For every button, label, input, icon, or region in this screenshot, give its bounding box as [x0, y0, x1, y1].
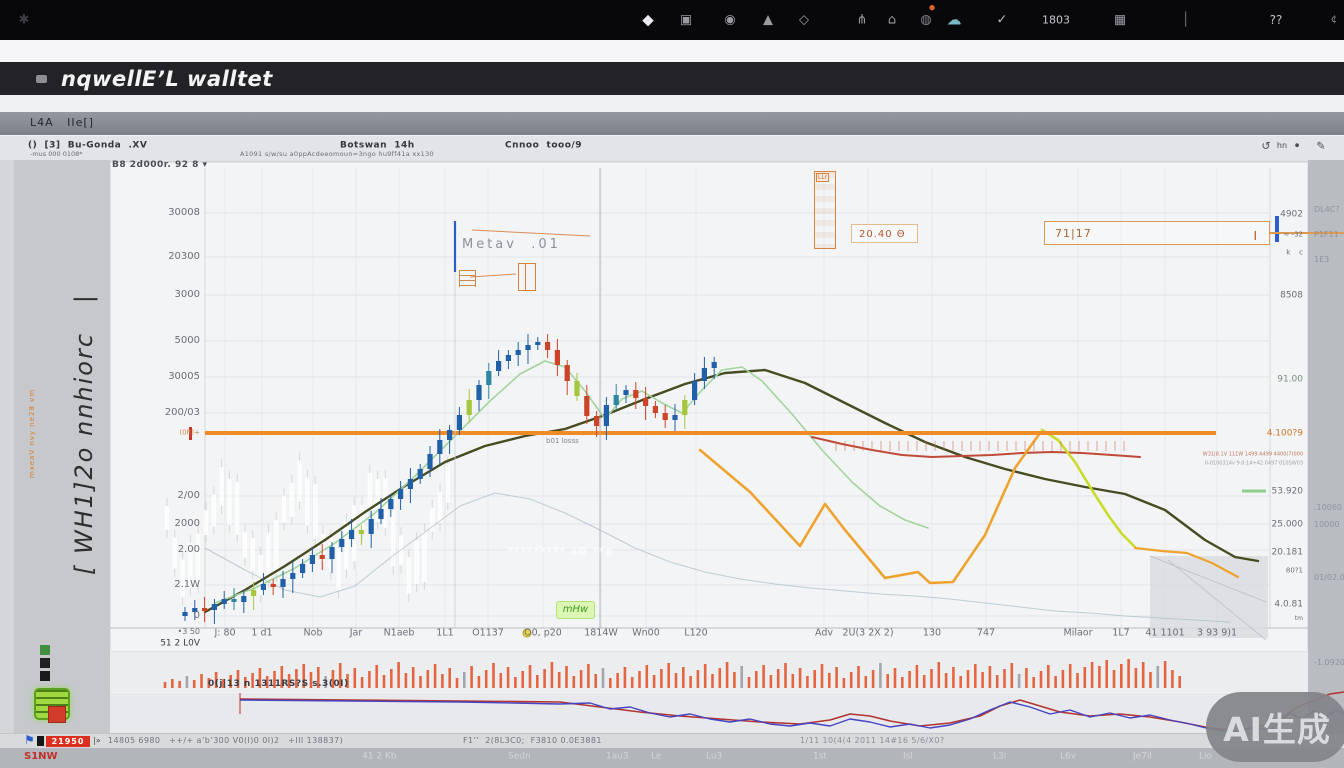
sidebar-edge-note: mxeaV nvy ne28 vm [29, 389, 36, 478]
left-edge [0, 160, 14, 733]
text-cursor: I [1253, 225, 1258, 248]
metav-annotation: Metav .01 [462, 238, 561, 251]
legend-swatch-black2 [40, 671, 50, 681]
indicator-red-button[interactable] [48, 706, 66, 723]
status-black-block [37, 736, 44, 746]
mid-band [0, 95, 1344, 112]
chart-header: B8 2d000r. 92 8 ▾ [112, 161, 208, 170]
toolbar-subtext-left: -mus 000 0108* [30, 151, 83, 158]
toolbar-subtext-right: A1091 s/w/su a0ppAcdeeomoun=3ngo hu9ff41… [240, 151, 434, 158]
status-right-text: 1/11 10(4(4 2011 14#16 5/6/X0? [800, 737, 945, 745]
green-signal-pill: mHw [556, 601, 595, 619]
price-alert-box[interactable]: 20.40 Θ [851, 224, 918, 243]
tab-label[interactable]: L4A IIe[] [30, 117, 94, 128]
drawing-rectangle-tab: LLr [816, 173, 829, 182]
status-mid-text: F1’’ 2(8L3C0; F3810 0.0E3881 [463, 737, 602, 745]
small-drawing-box[interactable] [518, 263, 536, 291]
tab-bar [0, 112, 1344, 135]
drawing-rectangle[interactable]: LLr [814, 171, 836, 249]
white-watermark-text: ********* 1O **g [508, 548, 614, 557]
title-bar: nqwellE’L walltet [0, 62, 1344, 95]
window-title: nqwellE’L walltet [61, 67, 273, 91]
ladder-icon [459, 270, 476, 287]
status-chevrons: |» [93, 737, 101, 745]
status-badge: 21950 [46, 736, 90, 747]
price-input-box[interactable]: 71|17 I [1044, 221, 1270, 245]
status-left-text: 14805 6980 ++/+ a’b’300 V0(I)0 0I)2 +III… [108, 737, 343, 745]
indicator-panel[interactable] [110, 692, 1308, 734]
menu-bar [0, 0, 1344, 40]
sidebar-handwritten-note: [ WH1]2o nnhiorc | [72, 293, 96, 575]
legend-swatch-black1 [40, 658, 50, 668]
app-icon [36, 75, 47, 83]
price-input-value: 71|17 [1055, 227, 1092, 240]
right-scroll-column[interactable] [1308, 160, 1344, 733]
ai-generated-watermark: AI生成 [1206, 692, 1344, 762]
top-band [0, 40, 1344, 62]
taskbar [0, 748, 1344, 768]
b01-annotation: b01 losss [546, 438, 579, 445]
indicator-label: 0(j|13 n 1311RS?S s.3(0I) [208, 680, 349, 689]
screen: nqwellE’L walltet L4A IIe[] -mus 000 010… [0, 0, 1344, 768]
toolbar [0, 135, 1344, 161]
flag-icon: ⚑ [24, 734, 35, 746]
legend-swatch-green [40, 645, 50, 655]
